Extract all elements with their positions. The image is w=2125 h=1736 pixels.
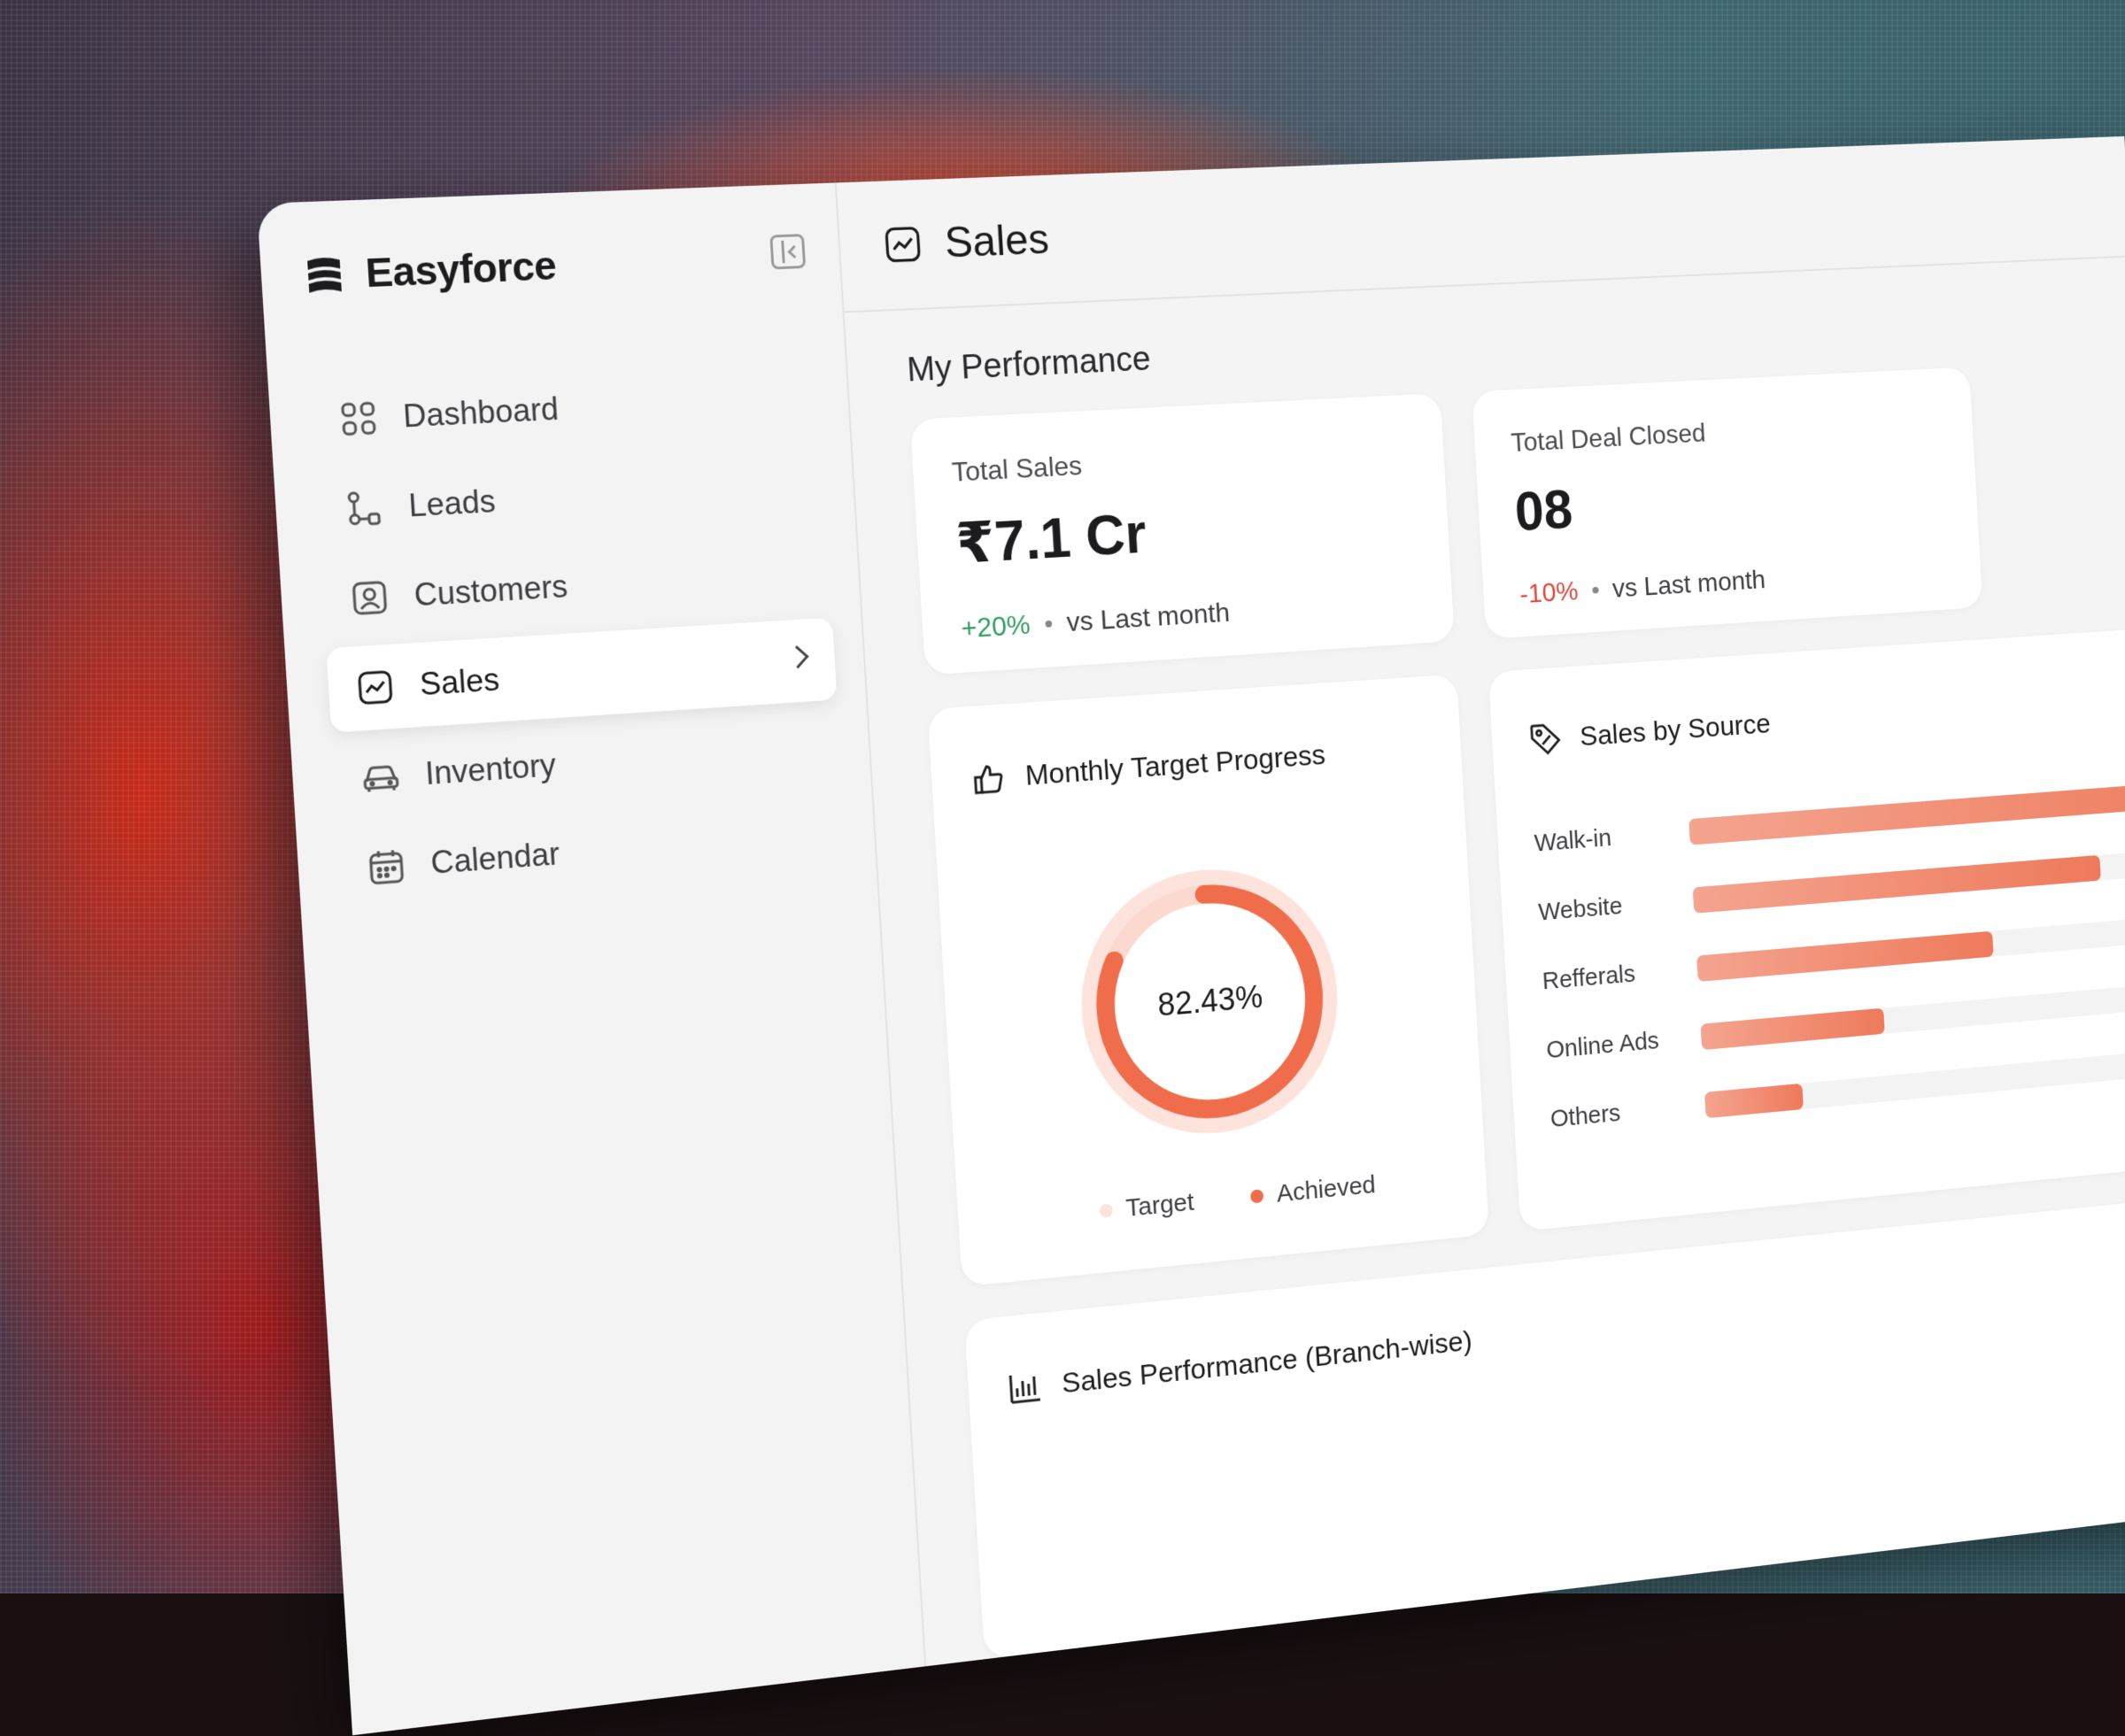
card-title: Monthly Target Progress: [1024, 738, 1326, 792]
sales-by-source-card: Sales by Source Walk-in Website Refferal…: [1488, 622, 2125, 1231]
calendar-icon: [366, 845, 407, 887]
easyforce-logo-icon: [302, 252, 348, 297]
card-title: Sales Performance (Branch-wise): [1061, 1324, 1473, 1400]
sidebar-item-label: Dashboard: [402, 390, 560, 435]
target-progress-card: Monthly Target Progress 82.43% Target Ac…: [927, 675, 1489, 1287]
stat-value: 08: [1513, 477, 1574, 543]
progress-donut: 82.43%: [1071, 858, 1348, 1147]
page-header: Sales: [837, 136, 2125, 313]
legend-target: Target: [1099, 1188, 1195, 1225]
bar-fill: [1688, 776, 2125, 845]
bar-fill: [1701, 1008, 1885, 1051]
bar-fill: [1696, 931, 1994, 982]
user-card-icon: [349, 577, 390, 618]
page-title: Sales: [943, 214, 1050, 267]
stat-delta: -10% vs Last month: [1519, 564, 1766, 609]
stat-label: Total Deal Closed: [1511, 418, 1707, 459]
delta-percent: -10%: [1519, 575, 1580, 609]
delta-note: vs Last month: [1066, 597, 1231, 637]
section-title: My Performance: [906, 340, 1151, 390]
flow-icon: [344, 488, 385, 529]
sidebar-item-label: Leads: [407, 483, 497, 525]
separator-dot: [1592, 586, 1598, 593]
total-deals-card[interactable]: Total Deal Closed 08 -10% vs Last month: [1472, 367, 1982, 639]
stat-delta: +20% vs Last month: [961, 597, 1231, 644]
sidebar-collapse-icon[interactable]: [769, 234, 806, 269]
thumbs-up-icon: [970, 759, 1008, 799]
app-window: Easyforce Dashboard Leads Customers Sale…: [257, 136, 2125, 1735]
stat-label: Total Sales: [951, 450, 1083, 488]
bar-fill: [1704, 1084, 1804, 1119]
sidebar-item-label: Sales: [419, 661, 501, 703]
sidebar-item-label: Calendar: [429, 836, 560, 882]
bar-label: Walk-in: [1534, 818, 1690, 858]
chart-legend: Target Achieved: [1099, 1171, 1377, 1226]
card-title: Sales by Source: [1579, 707, 1771, 752]
sidebar: Easyforce Dashboard Leads Customers Sale…: [257, 182, 926, 1735]
sidebar-item-label: Inventory: [424, 747, 557, 792]
bar-label: Refferals: [1542, 955, 1698, 996]
car-icon: [360, 756, 402, 798]
bar-chart-icon: [1006, 1367, 1045, 1408]
separator-dot: [1045, 620, 1052, 627]
card-header: Monthly Target Progress: [970, 737, 1326, 799]
legend-achieved: Achieved: [1250, 1171, 1377, 1211]
card-header: Sales Performance (Branch-wise): [1006, 1323, 1473, 1408]
bar-fill: [1693, 855, 2101, 914]
stat-value: ₹7.1 Cr: [954, 501, 1148, 577]
sidebar-item-label: Customers: [413, 568, 569, 613]
delta-percent: +20%: [961, 609, 1032, 644]
legend-label: Target: [1125, 1188, 1195, 1223]
bar-label: Online Ads: [1546, 1023, 1703, 1065]
tag-icon: [1527, 720, 1564, 759]
progress-percent: 82.43%: [1071, 858, 1348, 1147]
total-sales-card[interactable]: Total Sales ₹7.1 Cr +20% vs Last month: [910, 393, 1455, 675]
brand[interactable]: Easyforce: [301, 242, 557, 299]
delta-note: vs Last month: [1611, 564, 1766, 604]
bar-label: Website: [1538, 887, 1695, 927]
chevron-right-icon: [786, 645, 809, 668]
card-header: Sales by Source: [1527, 706, 1772, 759]
bar-label: Others: [1549, 1092, 1706, 1134]
sidebar-nav: Dashboard Leads Customers Sales Inventor…: [309, 355, 847, 917]
grid-icon: [337, 398, 379, 439]
legend-dot-target: [1099, 1203, 1113, 1218]
trend-icon: [354, 667, 396, 707]
trend-icon: [881, 223, 923, 266]
bar-track: [1688, 776, 2125, 845]
legend-dot-achieved: [1250, 1189, 1263, 1203]
legend-label: Achieved: [1276, 1171, 1377, 1209]
source-bar-list: Walk-in Website Refferals Online Ads Oth…: [1533, 756, 2125, 1153]
brand-name: Easyforce: [364, 242, 557, 297]
main-content: Sales My Performance Total Sales ₹7.1 Cr…: [837, 136, 2125, 1666]
